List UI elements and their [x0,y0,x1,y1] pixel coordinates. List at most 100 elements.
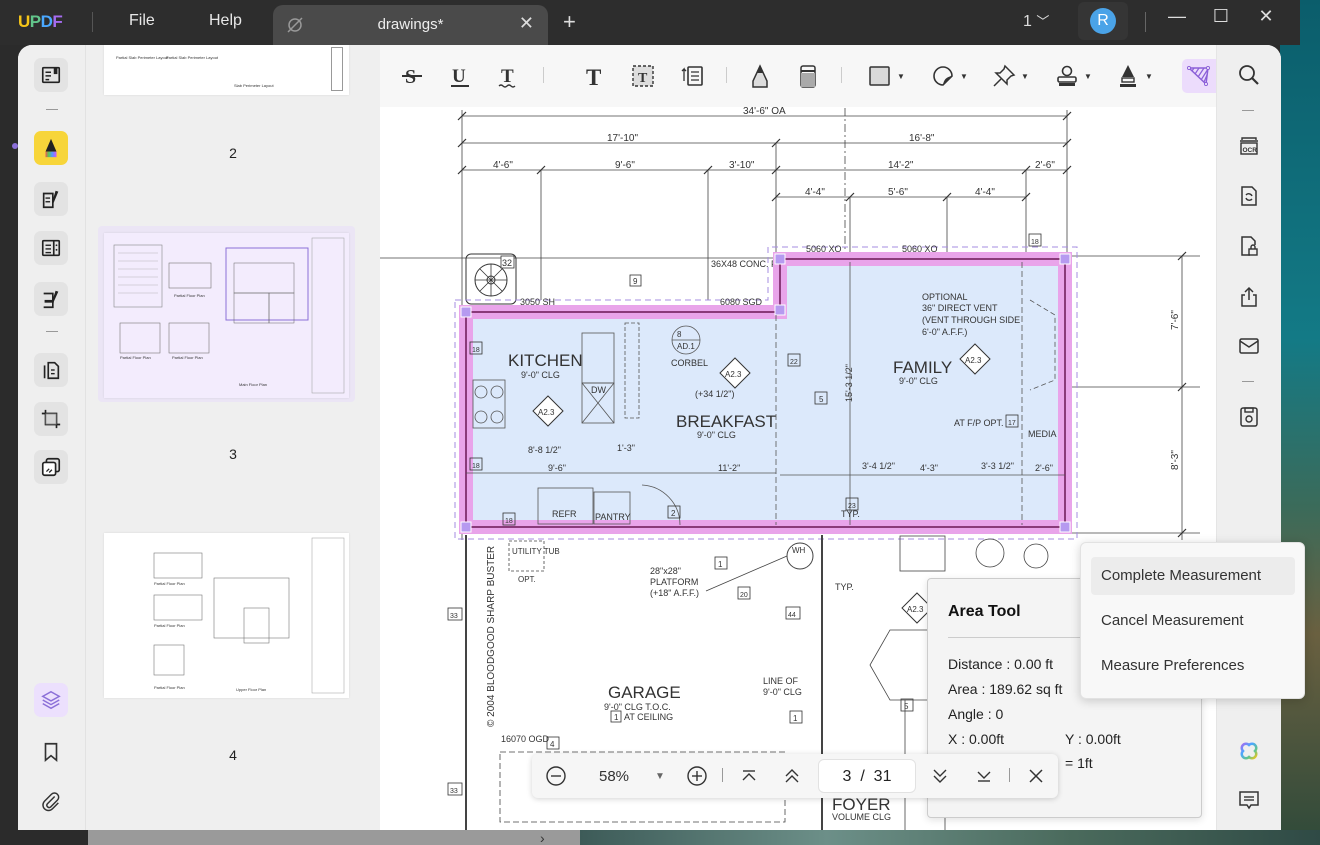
nav-divider [1009,768,1010,782]
room-label-family: FAMILY [893,358,952,377]
page-tools-button[interactable] [34,353,68,387]
menu-help[interactable]: Help [209,12,242,30]
drawing-note: TYP. [835,582,854,592]
eraser-tool[interactable] [793,61,823,91]
dimension-label: 3'-3 1/2" [981,461,1014,471]
account-button[interactable]: R [1078,2,1128,40]
page-separator: / [860,768,865,785]
first-page-button[interactable] [737,762,761,790]
horizontal-scrollbar[interactable] [88,830,580,845]
fill-sign-button[interactable] [34,282,68,316]
window-count-dropdown[interactable]: 1 ﹀ [1023,11,1049,31]
previous-page-button[interactable] [780,762,804,790]
save-button[interactable] [1235,403,1263,431]
window-controls-separator [1145,12,1146,32]
desktop-wallpaper-bottom [580,830,1320,845]
search-button[interactable] [1235,61,1263,89]
dimension-label: 4'-6" [493,160,513,171]
reader-mode-button[interactable] [34,58,68,92]
chevron-down-icon: ▼ [1021,71,1029,81]
last-page-button[interactable] [972,762,996,790]
share-button[interactable] [1235,283,1263,311]
last-page-icon [977,771,991,782]
text-box-tool[interactable]: T [628,61,658,91]
cancel-measurement-item[interactable]: Cancel Measurement [1091,602,1295,640]
crop-button[interactable] [34,402,68,436]
text-callout-tool[interactable] [677,61,707,91]
svg-text:18: 18 [472,463,480,470]
stamp-tool[interactable]: ▼ [1052,61,1094,91]
svg-text:4: 4 [550,740,555,749]
drawing-note: LINE OF [763,676,799,686]
squiggly-underline-icon: T [498,66,516,88]
zoom-dropdown-chevron-icon[interactable]: ▼ [652,762,668,790]
convert-icon [1241,186,1257,206]
document-tab[interactable]: drawings* ✕ [273,5,548,45]
close-window-button[interactable]: ✕ [1251,6,1281,27]
complete-measurement-item[interactable]: Complete Measurement [1091,557,1295,595]
comment-list-button[interactable] [1235,786,1263,814]
attachment-icon [42,792,60,812]
svg-text:5: 5 [819,395,824,404]
underline-tool[interactable]: U [445,61,475,91]
page-number-input[interactable]: 3 / 31 [818,759,916,793]
dimension-label: 7'-6" [1170,310,1181,330]
page-thumbnail-4[interactable]: Partial Floor Plan Partial Floor Plan Pa… [104,533,349,698]
thumb-label: Partial Floor Plan [120,355,151,360]
maximize-button[interactable]: ☐ [1206,6,1236,27]
scroll-right-chevron-icon[interactable]: › [540,830,545,845]
page-thumbnail-2[interactable]: Partial Slab Perimeter Layout Partial Sl… [104,45,349,95]
redact-button[interactable] [34,450,68,484]
shape-tool[interactable]: ▼ [865,61,907,91]
close-icon [1029,769,1043,783]
attachments-button[interactable] [34,785,68,819]
comment-mode-button[interactable] [34,131,68,165]
toolbar-divider [841,67,842,83]
svg-text:44: 44 [788,612,796,619]
close-nav-bar-button[interactable] [1024,762,1048,790]
double-chevron-up-icon [785,769,799,783]
layers-button[interactable] [34,683,68,717]
ocr-button[interactable]: OCR [1235,132,1263,160]
minimize-button[interactable]: — [1162,6,1192,27]
distance-readout: Distance : 0.00 ft [948,656,1054,672]
zoom-out-button[interactable] [544,762,568,790]
svg-text:32: 32 [502,258,512,268]
email-button[interactable] [1235,332,1263,360]
bookmarks-button[interactable] [34,735,68,769]
thumb-label: Partial Slab Perimeter Layout [166,55,219,60]
drawing-note: WH [792,546,806,555]
strikethrough-tool[interactable]: S [397,61,427,91]
first-page-icon [742,770,756,781]
page-thumbnail-3[interactable]: Partial Floor Plan Partial Floor Plan Pa… [104,233,349,398]
tab-close-button[interactable]: ✕ [519,13,534,34]
next-page-button[interactable] [928,762,952,790]
zoom-level[interactable]: 58% [584,762,644,790]
svg-text:2: 2 [671,509,676,518]
thumb-label: Partial Slab Perimeter Layout [116,55,169,60]
squiggly-tool[interactable]: T [493,61,523,91]
comment-toolbar: S U T T T ▼ ▼ ▼ [380,45,1228,107]
detail-marker: A2.3 [965,356,982,365]
edit-pdf-button[interactable] [34,182,68,216]
measure-preferences-item[interactable]: Measure Preferences [1091,647,1295,685]
drawing-note: PANTRY [595,512,631,522]
text-tool[interactable]: T [580,61,610,91]
pin-tool[interactable]: ▼ [989,61,1031,91]
signature-tool[interactable]: ▼ [1113,61,1155,91]
new-tab-button[interactable]: + [563,9,576,35]
scale-readout: = 1ft [1065,755,1093,771]
dimension-label: 2'-6" [1035,160,1055,171]
nav-divider [722,768,723,782]
menu-file[interactable]: File [129,12,155,30]
ai-assistant-button[interactable] [1235,737,1263,765]
zoom-in-button[interactable] [685,762,709,790]
protect-lock-icon [1241,236,1258,256]
pencil-tool[interactable] [745,61,775,91]
drawing-note: 6080 SGD [720,297,763,307]
convert-button[interactable] [1235,182,1263,210]
sticker-tool[interactable]: ▼ [928,61,970,91]
organize-button[interactable] [34,231,68,265]
protect-button[interactable] [1235,232,1263,260]
fountain-pen-icon [1120,65,1137,87]
